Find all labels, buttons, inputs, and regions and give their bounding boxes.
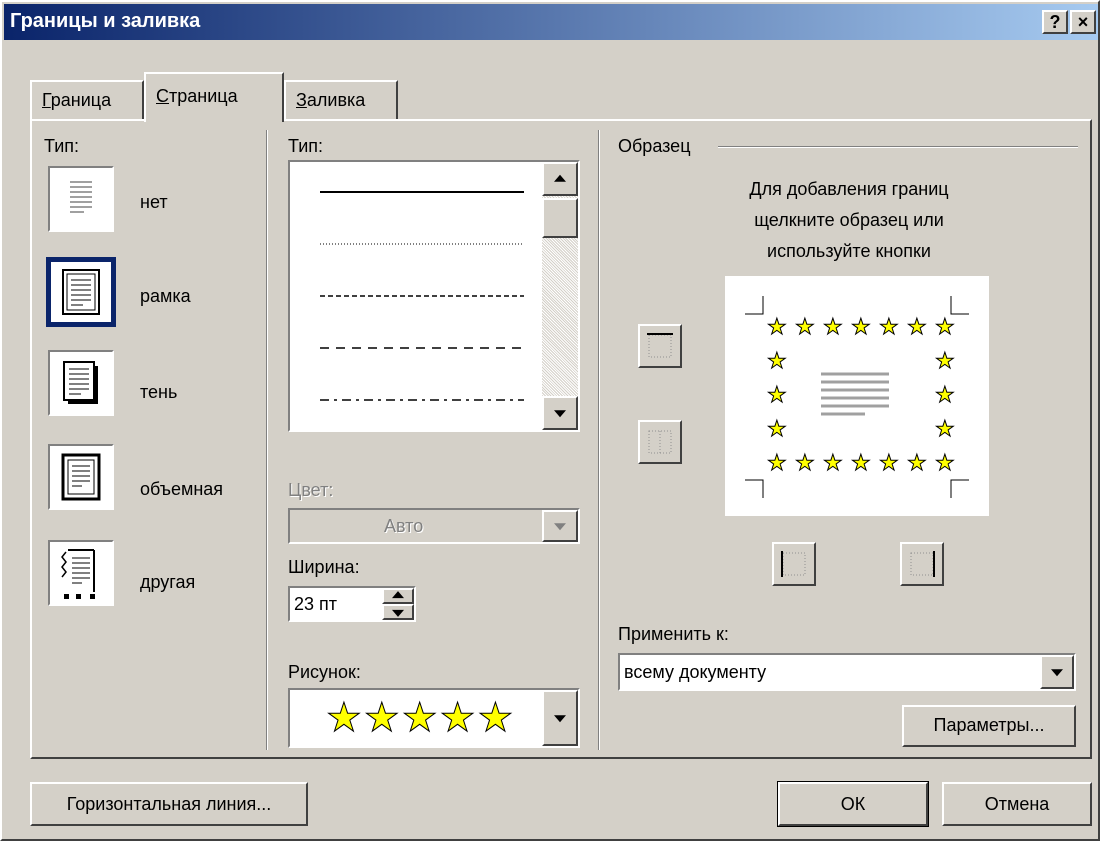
chevron-down-icon [554,523,566,531]
preview-star-icon: ★ [935,450,956,475]
preview-hint-line: используйте кнопки [767,241,931,261]
preview-star-icon: ★ [823,450,844,475]
art-dropdown[interactable]: ★★★★★ [288,688,580,748]
preview-hint-line: щелкните образец или [754,210,944,230]
preview-star-icon: ★ [767,416,788,441]
scroll-down-button[interactable] [542,396,578,430]
color-dropdown[interactable]: Авто [288,508,580,544]
preview-star-icon: ★ [935,382,956,407]
setting-none-box[interactable] [48,166,114,232]
setting-shadow-box[interactable] [48,350,114,416]
color-value: Авто [384,516,424,536]
preview-star-icon: ★ [823,314,844,339]
preview-canvas[interactable]: ★ ★ ★ ★ ★ ★ ★ ★ ★ ★ ★ ★ ★ ★ ★ ★ ★ ★ ★ ★ [725,276,989,516]
scrollbar-thumb[interactable] [542,198,578,238]
bottom-border-button[interactable] [638,420,682,464]
preview-star-icon: ★ [879,314,900,339]
setting-none-label[interactable]: нет [140,192,168,213]
line-style-samples [320,191,524,401]
options-button[interactable]: Параметры... [902,705,1076,747]
preview-star-icon: ★ [795,314,816,339]
page-3d-icon [61,453,101,501]
preview-star-icon: ★ [767,382,788,407]
setting-box-box[interactable] [46,257,116,327]
ok-button[interactable]: ОК [777,781,929,827]
apply-to-value: всему документу [624,662,767,682]
chevron-down-icon [554,715,566,723]
chevron-down-icon [1051,669,1063,677]
preview-star-icon: ★ [935,314,956,339]
tab-page[interactable]: Страница [144,72,284,122]
setting-header: Тип: [44,136,80,156]
tab-label: Заливка [296,90,366,110]
left-border-button[interactable] [772,542,816,586]
preview-star-icon: ★ [935,348,956,373]
column-divider [598,130,600,750]
preview-star-icon: ★ [767,314,788,339]
arrow-down-icon [392,609,404,617]
column-divider [266,130,268,750]
width-up-button[interactable] [382,588,414,604]
preview-star-icon: ★ [935,416,956,441]
preview-star-icon: ★ [907,450,928,475]
help-button[interactable]: ? [1042,10,1068,34]
preview-star-icon: ★ [767,450,788,475]
preview-header: Образец [618,136,691,156]
page-box-icon [62,269,100,315]
preview-star-icon: ★ [767,348,788,373]
preview-star-icon: ★ [907,314,928,339]
setting-custom-label[interactable]: другая [140,572,195,593]
borders-and-shading-dialog: Границы и заливка ? × Граница Страница З… [0,0,1100,841]
border-right-icon [910,551,935,577]
arrow-down-icon [554,410,566,418]
page-custom-icon [61,549,98,599]
tab-label: Граница [42,90,112,110]
preview-star-border: ★ ★ ★ ★ ★ ★ ★ ★ ★ ★ ★ ★ ★ ★ ★ ★ ★ ★ ★ ★ [725,276,989,516]
color-label: Цвет: [288,480,334,500]
right-border-button[interactable] [900,542,944,586]
window-title: Границы и заливка [10,10,201,32]
preview-star-icon: ★ [879,450,900,475]
border-top-icon [647,333,673,358]
title-bar[interactable]: Границы и заливка ? × [4,4,1098,40]
setting-shadow-label[interactable]: тень [140,382,177,403]
horizontal-line-button[interactable]: Горизонтальная линия... [30,782,308,826]
preview-star-icon: ★ [795,450,816,475]
setting-3d-box[interactable] [48,444,114,510]
color-dropdown-button[interactable] [542,510,578,542]
setting-box-label[interactable]: рамка [140,286,191,307]
setting-3d-label[interactable]: объемная [140,479,223,500]
width-label: Ширина: [288,557,360,577]
apply-to-label: Применить к: [618,624,729,644]
apply-to-dropdown[interactable]: всему документу [618,653,1076,691]
tab-border[interactable]: Граница [30,80,144,120]
arrow-up-icon [554,174,566,182]
setting-custom-box[interactable] [48,540,114,606]
preview-star-icon: ★ [851,314,872,339]
border-left-icon [781,551,806,577]
art-stars: ★★★★★ [325,696,516,741]
preview-groupline [718,146,1078,148]
top-border-button[interactable] [638,324,682,368]
cancel-button[interactable]: Отмена [942,782,1092,826]
width-down-button[interactable] [382,604,414,620]
page-none-icon [70,181,92,213]
art-dropdown-button[interactable] [542,690,578,746]
tab-shading[interactable]: Заливка [284,80,398,120]
width-spinner[interactable]: 23 пт [288,586,416,622]
style-header: Тип: [288,136,324,156]
width-value[interactable]: 23 пт [294,594,337,615]
art-label: Рисунок: [288,662,361,682]
page-shadow-icon [63,361,98,404]
arrow-up-icon [392,591,404,599]
line-style-list[interactable] [288,160,580,432]
tab-label: Страница [156,86,238,106]
preview-hint-line: Для добавления границ [749,179,949,199]
apply-to-dropdown-button[interactable] [1040,655,1074,689]
close-button[interactable]: × [1070,10,1096,34]
preview-hint: Для добавления границ щелкните образец и… [618,174,1080,267]
preview-star-icon: ★ [851,450,872,475]
border-bottom-icon [648,430,672,454]
scroll-up-button[interactable] [542,162,578,196]
